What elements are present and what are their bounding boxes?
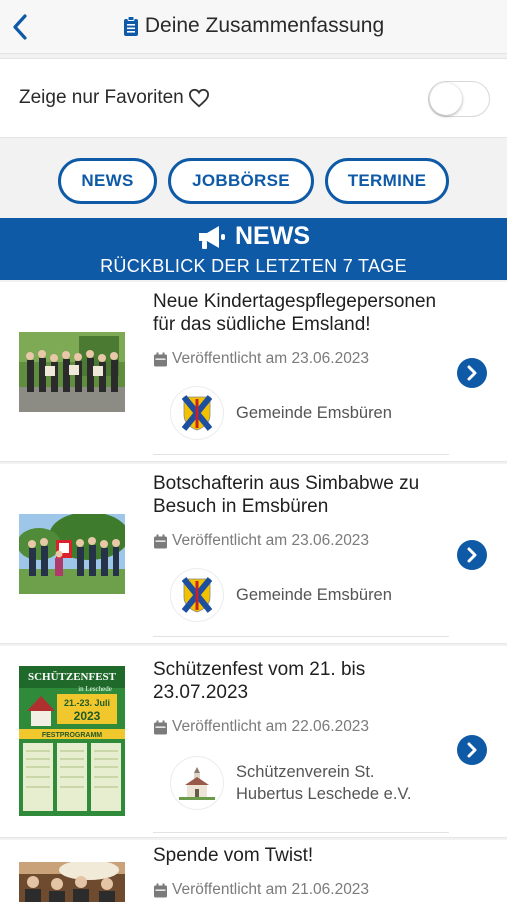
chevron-right-icon (467, 365, 477, 381)
news-title-line: für das südliche Emsland! (153, 314, 371, 335)
news-item[interactable]: Spende vom Twist! Veröffentlicht am 21.0… (0, 840, 507, 920)
news-image (19, 332, 125, 412)
news-item[interactable]: SCHÜTZENFEST in Leschede 21.-23. Juli 20… (0, 646, 507, 838)
page-title: Deine Zusammenfassung (0, 14, 507, 38)
open-news-button[interactable] (457, 735, 487, 765)
news-date: Veröffentlicht am 22.06.2023 (153, 718, 369, 736)
news-title-line: Schützenfest vom 21. bis (153, 659, 366, 680)
news-date-text: Veröffentlicht am 23.06.2023 (172, 350, 370, 367)
news-title: Neue Kindertagespflegepersonen für das s… (153, 290, 453, 336)
news-image: SCHÜTZENFEST in Leschede 21.-23. Juli 20… (19, 666, 125, 816)
calendar-icon (154, 720, 167, 734)
poster-heading: SCHÜTZENFEST (28, 670, 117, 683)
top-bar: Deine Zusammenfassung (0, 0, 507, 54)
emsbueren-crest-icon (170, 386, 224, 440)
news-source-name: Gemeinde Emsbüren (236, 402, 392, 424)
tab-jobboerse[interactable]: JOBBÖRSE (168, 158, 314, 204)
divider (153, 636, 449, 637)
news-title: Schützenfest vom 21. bis 23.07.2023 (153, 658, 453, 704)
news-title: Spende vom Twist! (153, 844, 453, 867)
news-source-line: Schützenverein St. (236, 763, 375, 781)
open-news-button[interactable] (457, 540, 487, 570)
favorites-filter-label: Zeige nur Favoriten (19, 87, 210, 109)
news-title-line: Besuch in Emsbüren (153, 496, 329, 517)
news-image (19, 514, 125, 594)
poster-subheading: in Leschede (78, 685, 112, 693)
news-date: Veröffentlicht am 23.06.2023 (153, 532, 369, 550)
divider (153, 454, 449, 455)
clipboard-icon (123, 15, 138, 36)
news-source-name: Gemeinde Emsbüren (236, 584, 392, 606)
poster-dates: 21.-23. Juli (64, 698, 110, 708)
news-source-name: Schützenverein St. Hubertus Leschede e.V… (236, 761, 412, 805)
favorites-filter-card: Zeige nur Favoriten (0, 58, 507, 138)
news-date-text: Veröffentlicht am 22.06.2023 (172, 718, 370, 735)
divider (153, 832, 449, 833)
heart-outline-icon (188, 88, 209, 108)
news-source-line: Hubertus Leschede e.V. (236, 785, 412, 803)
calendar-icon (154, 534, 167, 548)
news-banner: NEWS RÜCKBLICK DER LETZTEN 7 TAGE (0, 218, 507, 280)
news-title: Botschafterin aus Simbabwe zu Besuch in … (153, 472, 453, 518)
news-title-line: Neue Kindertagespflegepersonen (153, 291, 437, 312)
favorites-toggle[interactable] (428, 81, 490, 117)
news-source: Gemeinde Emsbüren (170, 386, 392, 440)
news-title-line: Botschafterin aus Simbabwe zu (153, 473, 420, 494)
page-title-text: Deine Zusammenfassung (144, 14, 385, 37)
poster-year: 2023 (74, 709, 101, 723)
calendar-icon (154, 883, 167, 897)
news-source: Gemeinde Emsbüren (170, 568, 392, 622)
news-source-line: Gemeinde Emsbüren (236, 586, 392, 604)
news-source: Schützenverein St. Hubertus Leschede e.V… (170, 756, 412, 810)
news-date-text: Veröffentlicht am 21.06.2023 (172, 881, 370, 898)
news-date-text: Veröffentlicht am 23.06.2023 (172, 532, 370, 549)
favorites-filter-text: Zeige nur Favoriten (19, 87, 184, 108)
news-title-line: Spende vom Twist! (153, 845, 314, 866)
news-item[interactable]: Botschafterin aus Simbabwe zu Besuch in … (0, 464, 507, 644)
chevron-right-icon (467, 547, 477, 563)
news-date: Veröffentlicht am 23.06.2023 (153, 350, 369, 368)
open-news-button[interactable] (457, 358, 487, 388)
calendar-icon (154, 352, 167, 366)
emsbueren-crest-icon (170, 568, 224, 622)
megaphone-icon (199, 225, 225, 249)
news-title-line: 23.07.2023 (153, 682, 249, 703)
favorites-toggle-knob (430, 83, 462, 115)
news-image (19, 862, 125, 902)
poster-program: FESTPROGRAMM (42, 732, 102, 739)
tab-news[interactable]: NEWS (58, 158, 157, 204)
banner-title-text: NEWS (235, 222, 310, 250)
chevron-right-icon (467, 742, 477, 758)
tab-termine[interactable]: TERMINE (325, 158, 449, 204)
news-item[interactable]: Neue Kindertagespflegepersonen für das s… (0, 282, 507, 462)
news-date: Veröffentlicht am 21.06.2023 (153, 881, 369, 899)
news-source-line: Gemeinde Emsbüren (236, 404, 392, 422)
banner-title: NEWS (0, 222, 507, 251)
category-tabs: NEWS JOBBÖRSE TERMINE (0, 158, 507, 204)
banner-subtitle: RÜCKBLICK DER LETZTEN 7 TAGE (100, 256, 407, 276)
chapel-logo-icon (170, 756, 224, 810)
